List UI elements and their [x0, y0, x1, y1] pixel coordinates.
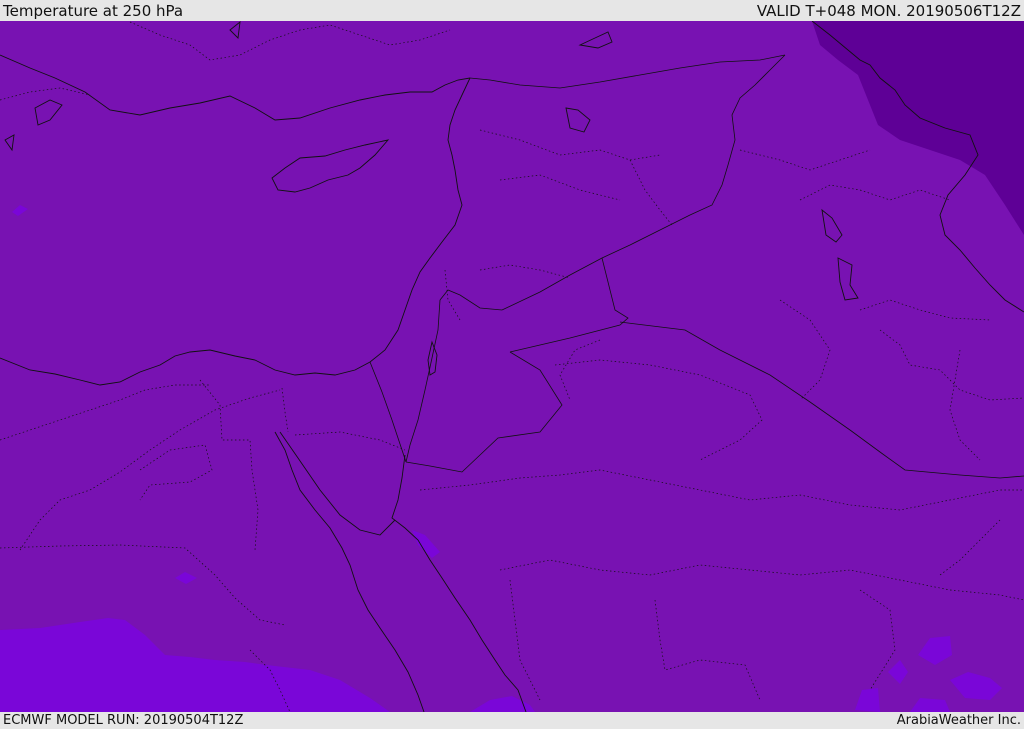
- map-title: Temperature at 250 hPa: [3, 2, 184, 20]
- footer-bar: ECMWF MODEL RUN: 20190504T12Z ArabiaWeat…: [0, 712, 1024, 729]
- header-bar: Temperature at 250 hPa VALID T+048 MON. …: [0, 0, 1024, 21]
- model-run-label: ECMWF MODEL RUN: 20190504T12Z: [3, 713, 244, 728]
- brand-label: ArabiaWeather Inc.: [896, 713, 1021, 728]
- valid-time-label: VALID T+048 MON. 20190506T12Z: [756, 2, 1021, 20]
- temperature-field-base: [0, 21, 1024, 712]
- weather-map: [0, 21, 1024, 712]
